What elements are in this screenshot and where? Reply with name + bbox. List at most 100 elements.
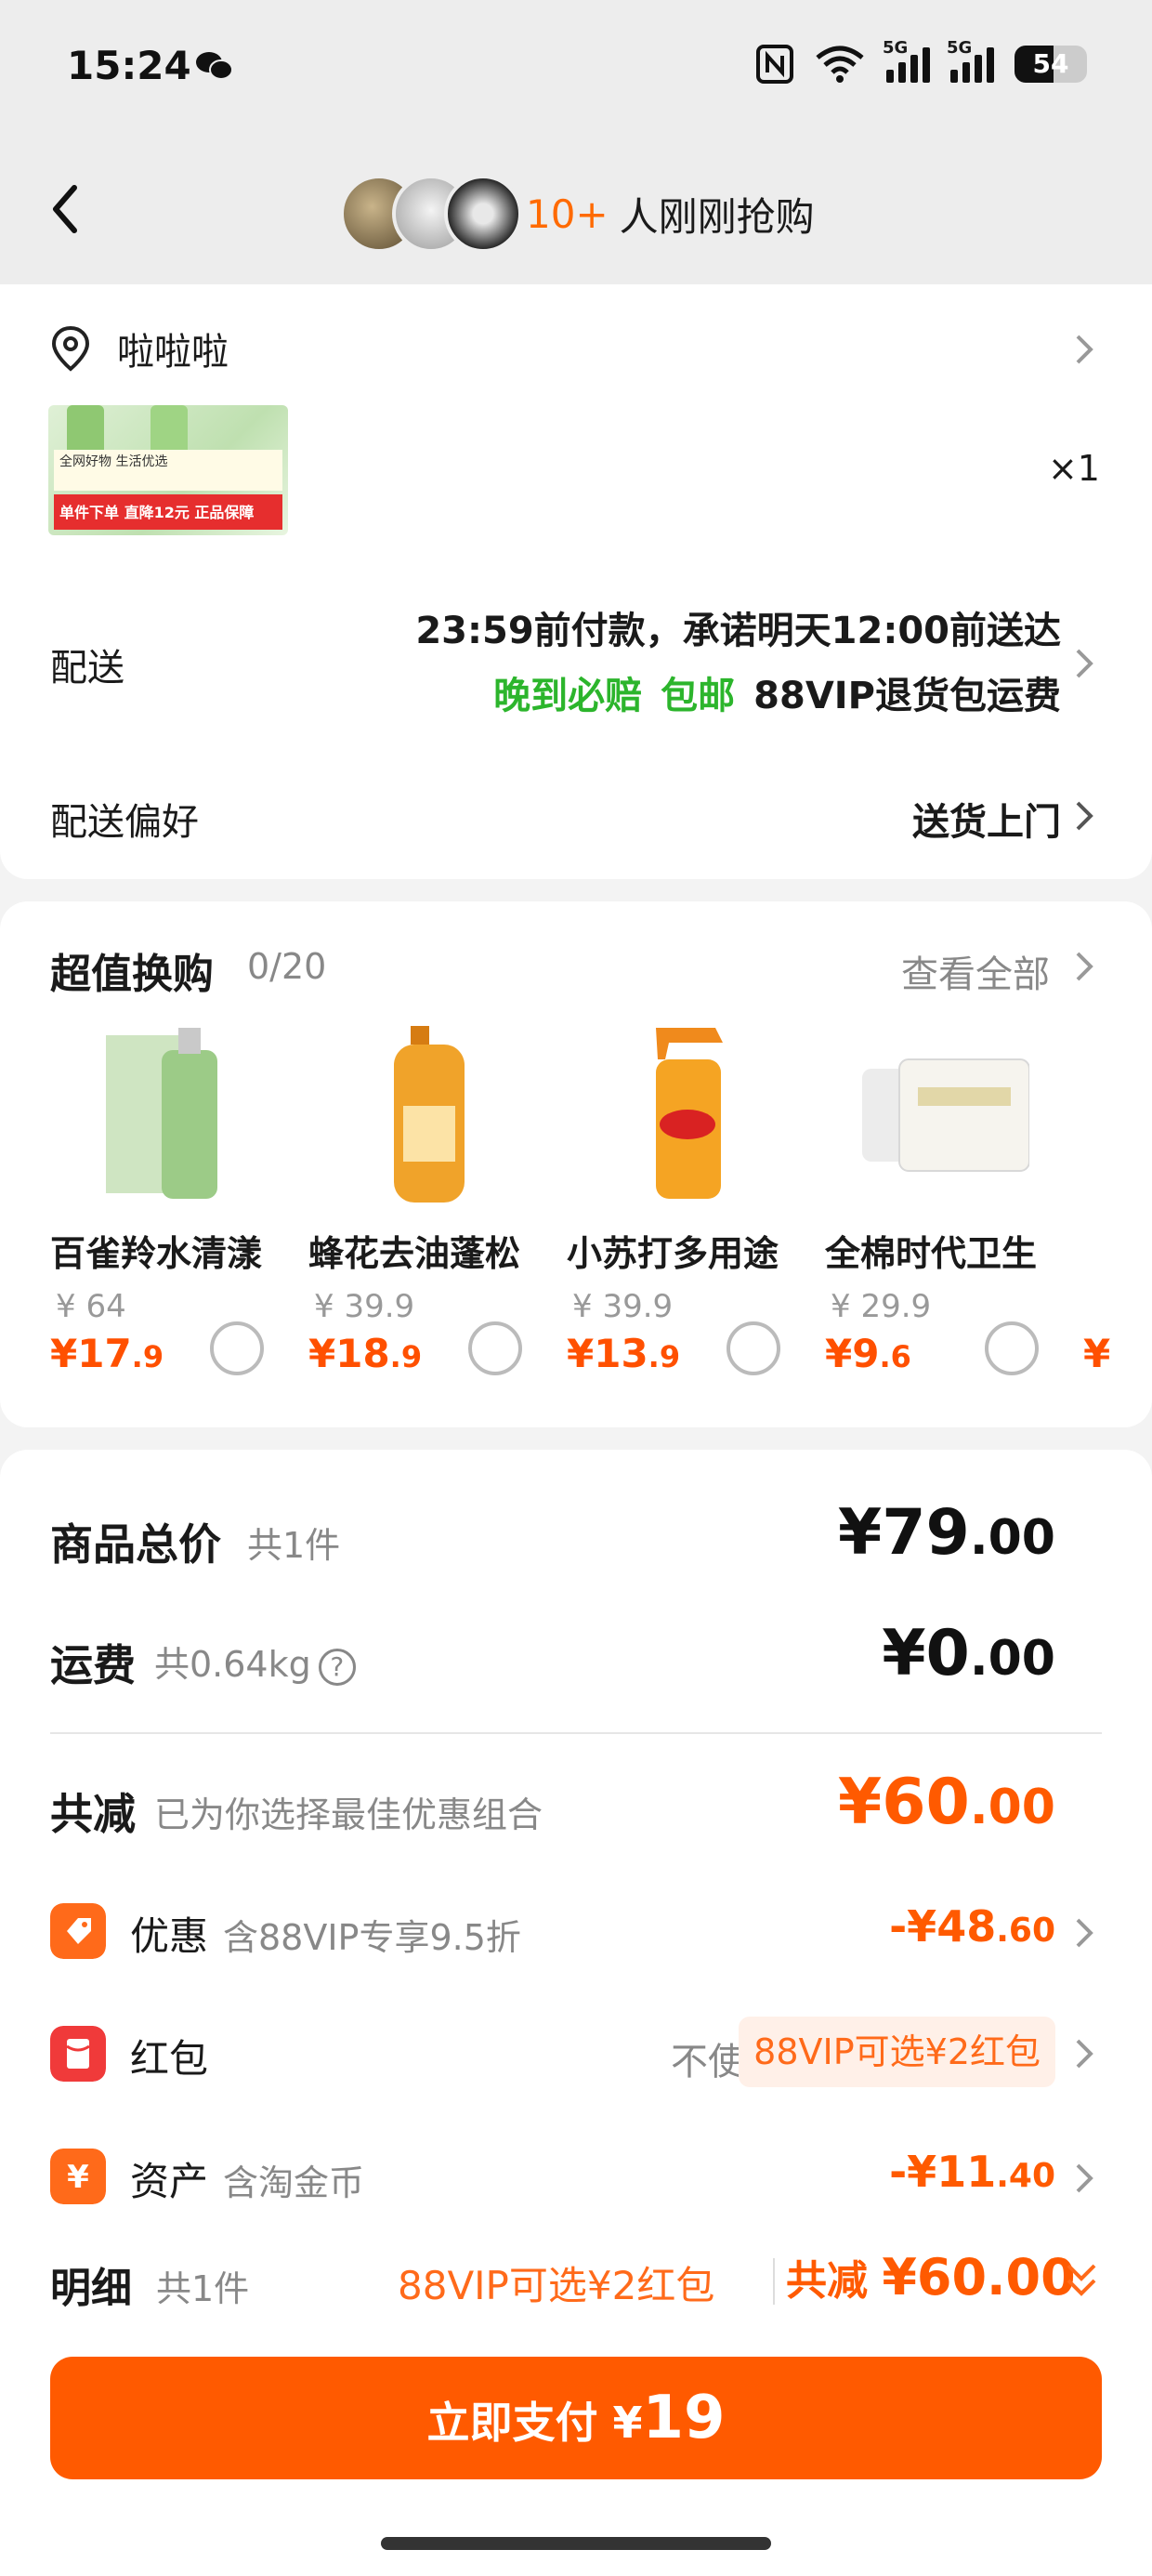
chevron-right-icon[interactable] bbox=[1074, 333, 1094, 366]
item-quantity: ×1 bbox=[1047, 448, 1100, 489]
reduction-note: 已为你选择最佳优惠组合 bbox=[154, 1794, 543, 1835]
goods-total-amount: ¥79.00 bbox=[837, 1496, 1055, 1570]
shipping-label: 运费 bbox=[50, 1640, 136, 1690]
swap-item[interactable]: 全棉时代卫生 ¥ 29.9 ¥9.6 bbox=[825, 1022, 1067, 1413]
reduction-amount: ¥60.00 bbox=[837, 1766, 1055, 1839]
swap-item-orig-price: ¥ 39.9 bbox=[314, 1288, 415, 1325]
assets-label: 资产 bbox=[130, 2159, 209, 2204]
status-bar: 15:24 5G 5G 54 bbox=[0, 0, 1152, 139]
swap-item[interactable]: 小苏打多用途 ¥ 39.9 ¥13.9 bbox=[567, 1022, 808, 1413]
delivery-pref-label: 配送偏好 bbox=[50, 801, 199, 844]
pay-now-button[interactable]: 立即支付 ¥19 bbox=[50, 2357, 1102, 2479]
chevron-right-icon[interactable] bbox=[1074, 2037, 1094, 2070]
location-icon bbox=[51, 325, 90, 372]
delivery-label: 配送 bbox=[50, 647, 124, 690]
swap-item-orig-price: ¥ 39.9 bbox=[572, 1288, 674, 1325]
avatar bbox=[444, 175, 522, 253]
swap-item-name: 百雀羚水清漾 bbox=[50, 1233, 263, 1274]
swap-item-price: ¥13.9 bbox=[567, 1331, 681, 1376]
page-header: 10+ 人刚刚抢购 bbox=[0, 139, 1152, 284]
divider bbox=[773, 2258, 775, 2305]
swap-item-name: 蜂花去油蓬松 bbox=[308, 1233, 521, 1274]
red-packet-offer-badge[interactable]: 88VIP可选¥2红包 bbox=[739, 2017, 1055, 2087]
chevron-right-icon[interactable] bbox=[1074, 1916, 1094, 1950]
view-all-link[interactable]: 查看全部 bbox=[901, 944, 1050, 998]
detail-redpacket-hint[interactable]: 88VIP可选¥2红包 bbox=[398, 2254, 714, 2311]
chevron-right-icon[interactable] bbox=[1074, 950, 1094, 983]
detail-count: 共1件 bbox=[156, 2268, 250, 2309]
assets-note: 含淘金币 bbox=[223, 2162, 365, 2203]
chevron-right-icon[interactable] bbox=[1074, 647, 1094, 680]
address-row[interactable]: 啦啦啦 bbox=[50, 322, 229, 375]
battery-level: 54 bbox=[1032, 48, 1069, 79]
swap-goods-list: 百雀羚水清漾 ¥ 64 ¥17.9 蜂花去油蓬松 ¥ 39.9 ¥18.9 小苏… bbox=[50, 1022, 1152, 1413]
chevron-double-down-icon[interactable] bbox=[1063, 2260, 1100, 2301]
product-image bbox=[656, 1028, 723, 1199]
buyers-indicator: 10+ 人刚刚抢购 bbox=[526, 158, 815, 269]
detail-label: 明细 bbox=[50, 2265, 132, 2312]
swap-item-partial[interactable]: ¥ bbox=[1083, 1022, 1152, 1413]
swap-title: 超值换购 bbox=[50, 951, 214, 998]
swap-item[interactable]: 百雀羚水清漾 ¥ 64 ¥17.9 bbox=[50, 1022, 292, 1413]
chevron-right-icon[interactable] bbox=[1074, 2162, 1094, 2195]
swap-item-price: ¥18.9 bbox=[308, 1331, 423, 1376]
product-image bbox=[862, 1058, 1029, 1172]
goods-total-label: 商品总价 bbox=[50, 1519, 221, 1570]
chevron-right-icon[interactable] bbox=[1074, 799, 1094, 833]
wifi-icon bbox=[816, 46, 864, 83]
back-button[interactable] bbox=[43, 177, 89, 242]
promo-label: 优惠 bbox=[130, 1913, 209, 1959]
buyers-count: 10+ bbox=[526, 191, 609, 237]
swap-item-orig-price: ¥ 29.9 bbox=[831, 1288, 932, 1325]
product-image bbox=[394, 1026, 465, 1203]
promo-amount[interactable]: -¥48.60 bbox=[889, 1901, 1055, 1952]
swap-card: 超值换购 0/20 查看全部 百雀羚水清漾 ¥ 64 ¥17.9 蜂花去油蓬松 … bbox=[0, 901, 1152, 1427]
swap-item-checkbox[interactable] bbox=[210, 1321, 264, 1375]
red-packet-label: 红包 bbox=[130, 2036, 209, 2082]
status-icons: 5G 5G 54 bbox=[756, 38, 1087, 84]
red-packet-icon bbox=[50, 2026, 106, 2082]
delivery-promise[interactable]: 23:59前付款，承诺明天12:00前送达 bbox=[415, 600, 1061, 654]
swap-count: 0/20 bbox=[247, 946, 327, 987]
summary-card: 商品总价 共1件 ¥79.00 运费 共0.64kg? ¥0.00 共减 已为你… bbox=[0, 1450, 1152, 2576]
wechat-icon bbox=[196, 52, 233, 80]
battery-icon: 54 bbox=[1015, 46, 1087, 83]
swap-item-orig-price: ¥ 64 bbox=[56, 1288, 126, 1325]
product-image bbox=[106, 1028, 217, 1199]
assets-amount[interactable]: -¥11.40 bbox=[889, 2147, 1055, 2197]
reduction-label: 共减 bbox=[50, 1789, 136, 1839]
coupon-tag-icon bbox=[50, 1903, 106, 1959]
swap-item-checkbox[interactable] bbox=[727, 1321, 780, 1375]
signal-5g-icon-2: 5G bbox=[947, 38, 994, 83]
product-image[interactable]: 全网好物 生活优选 单件下单 直降12元 正品保障 bbox=[48, 405, 288, 535]
swap-item-checkbox[interactable] bbox=[468, 1321, 522, 1375]
signal-5g-icon: 5G bbox=[883, 38, 930, 83]
delivery-pref-value[interactable]: 送货上门 bbox=[912, 792, 1061, 846]
delivery-tags[interactable]: 晚到必赔 包邮 88VIP退货包运费 bbox=[493, 665, 1061, 719]
svg-text:¥: ¥ bbox=[67, 2159, 89, 2196]
help-icon[interactable]: ? bbox=[318, 1648, 356, 1686]
vip-return-tag: 88VIP退货包运费 bbox=[753, 675, 1061, 717]
swap-item-checkbox[interactable] bbox=[985, 1321, 1039, 1375]
swap-item-name: 小苏打多用途 bbox=[567, 1233, 779, 1274]
divider bbox=[50, 1732, 1102, 1734]
shipping-weight: 共0.64kg? bbox=[154, 1636, 356, 1687]
swap-item-price: ¥17.9 bbox=[50, 1331, 164, 1376]
buyer-avatars bbox=[340, 175, 522, 253]
order-info-card: 啦啦啦 全网好物 生活优选 单件下单 直降12元 正品保障 ×1 配送 23:5… bbox=[0, 284, 1152, 879]
nfc-icon bbox=[756, 45, 793, 84]
swap-item[interactable]: 蜂花去油蓬松 ¥ 39.9 ¥18.9 bbox=[308, 1022, 550, 1413]
goods-count: 共1件 bbox=[247, 1525, 341, 1566]
buyers-text: 人刚刚抢购 bbox=[619, 193, 815, 240]
swap-item-price: ¥9.6 bbox=[825, 1331, 911, 1376]
late-compensation-tag: 晚到必赔 bbox=[493, 675, 643, 717]
free-shipping-tag: 包邮 bbox=[661, 675, 736, 717]
swap-item-name: 全棉时代卫生 bbox=[825, 1233, 1038, 1274]
address-name: 啦啦啦 bbox=[117, 331, 229, 374]
shipping-amount: ¥0.00 bbox=[882, 1617, 1055, 1690]
status-time: 15:24 bbox=[67, 43, 191, 88]
yen-coin-icon: ¥ bbox=[50, 2149, 106, 2204]
promo-note: 含88VIP专享9.5折 bbox=[223, 1917, 521, 1958]
detail-total-reduction[interactable]: 共减 ¥60.00 bbox=[786, 2247, 1076, 2307]
home-indicator[interactable] bbox=[381, 2537, 771, 2550]
